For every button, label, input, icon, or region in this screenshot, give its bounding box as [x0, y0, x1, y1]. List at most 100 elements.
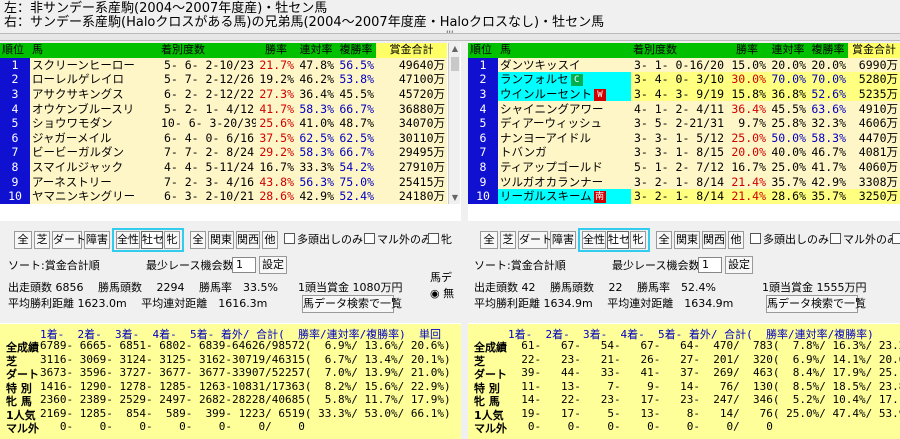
fuku-rate-cell-text: 63.6% — [811, 101, 846, 116]
fuku-rate-cell: 58.3% — [808, 130, 848, 146]
checkbox-box[interactable] — [284, 233, 295, 244]
ren-rate-cell-text: 36.4% — [299, 87, 334, 102]
course-hurdle-button[interactable]: 障害 — [550, 231, 576, 249]
money-cell: 36880万 — [376, 101, 447, 116]
table-row[interactable]: 6 ナンヨーアイドル 3- 3- 1- 5/12 25.0% 50.0% 58.3% 447… — [468, 130, 900, 146]
fuku-rate-cell: 32.3% — [808, 115, 848, 131]
region-kansai-button[interactable]: 関西 — [702, 231, 726, 249]
table-row[interactable]: 5 ショウワモダン 10- 6- 3-20/39 25.6% 41.0% 48.7% 340… — [0, 115, 447, 131]
col-fuku-rate[interactable]: 複勝率 — [808, 43, 848, 58]
table-row[interactable]: 8 スマイルジャック 4- 4- 5-11/24 16.7% 33.3% 54.2% 279… — [0, 159, 447, 175]
horse-data-radio[interactable]: ◉ 無 — [430, 287, 454, 301]
col-rank[interactable]: 順位 — [468, 43, 498, 58]
fuku-rate-cell: 54.2% — [336, 159, 376, 175]
col-ren-rate[interactable]: 連対率 — [768, 43, 808, 58]
region-other-button[interactable]: 他 — [262, 231, 278, 249]
min-race-input[interactable]: 1 — [698, 257, 722, 273]
set-button[interactable]: 設定 — [259, 256, 287, 274]
scroll-thumb[interactable] — [451, 57, 459, 71]
col-win-rate[interactable]: 勝率 — [726, 43, 768, 58]
col-record[interactable]: 着別度数 — [159, 43, 256, 58]
horse-search-button[interactable]: 馬データ検索で一覧 — [302, 295, 402, 313]
table-row[interactable]: 3 ウインルーセント W 3- 4- 3- 9/19 15.8% 36.8% 52.6% 52… — [468, 86, 900, 102]
sort-label: ソート:賞金合計順 — [8, 259, 100, 272]
table-row[interactable]: 7 ビービーガルダン 7- 7- 2- 8/24 29.2% 58.3% 66.7% 294… — [0, 145, 447, 160]
col-rank[interactable]: 順位 — [0, 43, 30, 58]
col-horse[interactable]: 馬 — [498, 43, 631, 58]
record-cell: 5- 1- 2- 7/12 — [631, 159, 726, 175]
checkbox-box[interactable] — [750, 233, 761, 244]
record-cell: 10- 6- 3-20/39 — [159, 115, 256, 131]
table-row[interactable]: 2 ランフォルセ C 3- 4- 0- 3/10 30.0% 70.0% 70.0% 5280… — [468, 72, 900, 87]
multi-runner-checkbox[interactable]: 多頭出しのみ — [284, 233, 363, 247]
title-line-right: 右：サンデー系産駒(Haloクロスがある馬)の兄弟馬(2004～2007年度産・… — [4, 15, 605, 30]
course-dirt-button[interactable]: ダート — [518, 231, 552, 249]
region-other-button[interactable]: 他 — [728, 231, 744, 249]
foreign-only-checkbox[interactable]: マル外のみ — [830, 233, 898, 247]
col-fuku-rate[interactable]: 複勝率 — [336, 43, 376, 58]
course-dirt-button[interactable]: ダート — [52, 231, 86, 249]
female-checkbox[interactable]: 牝 — [892, 233, 900, 247]
record-cell-text: 5- 2- 1- 4/12 — [163, 101, 254, 116]
table-row[interactable]: 5 ディアーウィッシュ 3- 5- 2-21/31 9.7% 25.8% 32.3% 460… — [468, 115, 900, 131]
col-ren-rate[interactable]: 連対率 — [296, 43, 336, 58]
table-row[interactable]: 2 ローレルゲレイロ 5- 7- 2-12/26 19.2% 46.2% 53.8% 471… — [0, 72, 447, 87]
table-row[interactable]: 8 ティアップゴールド 5- 1- 2- 7/12 16.7% 25.0% 41.7% 40… — [468, 159, 900, 175]
rank-cell: 9 — [468, 174, 498, 189]
course-all-button[interactable]: 全 — [480, 231, 498, 249]
scroll-up-icon[interactable]: ▲ — [449, 43, 461, 55]
multi-runner-checkbox[interactable]: 多頭出しのみ — [750, 233, 829, 247]
table-row[interactable]: 10 ヤマニンキングリー 6- 3- 2-10/21 28.6% 42.9% 52.4% 2… — [0, 188, 447, 204]
col-money[interactable]: 賞金合計 — [848, 43, 900, 58]
foreign-only-checkbox[interactable]: マル外のみ — [364, 233, 432, 247]
region-kansai-button[interactable]: 関西 — [236, 231, 260, 249]
col-win-rate[interactable]: 勝率 — [256, 43, 296, 58]
course-all-button[interactable]: 全 — [14, 231, 32, 249]
col-money[interactable]: 賞金合計 — [376, 43, 447, 58]
record-cell-text: 3- 4- 0- 3/10 — [633, 72, 724, 87]
pane-splitter[interactable]: ''' — [0, 30, 900, 41]
checkbox-box[interactable] — [830, 233, 841, 244]
table-scrollbar[interactable]: ▲ ▼ — [448, 43, 460, 204]
table-row[interactable]: 6 ジャガーメイル 6- 4- 0- 6/16 37.5% 62.5% 62.5% 3011… — [0, 130, 447, 146]
horse-search-button[interactable]: 馬データ検索で一覧 — [766, 295, 866, 313]
table-row[interactable]: 7 トバンガ 3- 3- 1- 8/15 20.0% 40.0% 46.7% 4081万 — [468, 145, 900, 160]
horse-name-cell: ローレルゲレイロ — [30, 72, 159, 87]
checkbox-box[interactable] — [892, 233, 900, 244]
min-race-input[interactable]: 1 — [232, 257, 256, 273]
course-turf-button[interactable]: 芝 — [500, 231, 516, 249]
table-row[interactable]: 4 シャイニングアワー 4- 1- 2- 4/11 36.4% 45.5% 63.6% 49… — [468, 101, 900, 116]
table-row[interactable]: 1 ダンツキッスイ 3- 1- 0-16/20 15.0% 20.0% 20.0% 6990… — [468, 57, 900, 73]
table-row[interactable]: 4 オウケンブルースリ 5- 2- 1- 4/12 41.7% 58.3% 66.7% 36… — [0, 101, 447, 116]
sex-female-button[interactable]: 牝 — [164, 231, 180, 249]
sex-female-button[interactable]: 牝 — [630, 231, 646, 249]
checkbox-box[interactable] — [428, 233, 439, 244]
col-horse[interactable]: 馬 — [30, 43, 159, 58]
checkbox-box[interactable] — [364, 233, 375, 244]
course-hurdle-button[interactable]: 障害 — [84, 231, 110, 249]
region-all-button[interactable]: 全 — [190, 231, 206, 249]
table-row[interactable]: 3 アサクサキングス 6- 2- 2-12/22 27.3% 36.4% 45.5% 457… — [0, 86, 447, 102]
sex-all-button[interactable]: 全性 — [116, 231, 140, 249]
table-row[interactable]: 1 スクリーンヒーロー 5- 6- 2-10/23 21.7% 47.8% 56.5% 49… — [0, 57, 447, 73]
region-kanto-button[interactable]: 関東 — [674, 231, 700, 249]
table-row[interactable]: 9 ツルガオカランナー 3- 2- 1- 8/14 21.4% 35.7% 42.9% 33… — [468, 174, 900, 189]
record-cell: 3- 2- 1- 8/14 — [631, 174, 726, 189]
table-row[interactable]: 9 アーネストリー 7- 2- 3- 4/16 43.8% 56.3% 75.0% 2541… — [0, 174, 447, 189]
sex-male-gelding-button[interactable]: 牡セン — [607, 231, 641, 249]
region-kanto-button[interactable]: 関東 — [208, 231, 234, 249]
set-button[interactable]: 設定 — [725, 256, 753, 274]
sex-all-button[interactable]: 全性 — [582, 231, 606, 249]
stats-row-value: 19- 17- 5- 13- 8- 14/ 76( 25.0%/ 47.4%/ … — [508, 406, 900, 420]
col-record[interactable]: 着別度数 — [631, 43, 726, 58]
horse-name-cell-text: ショウワモダン — [32, 116, 113, 131]
female-checkbox[interactable]: 牝 — [428, 233, 452, 247]
table-row[interactable]: 10 リーガルスキーム南 3- 2- 1- 8/14 21.4% 28.6% 35.7% 3… — [468, 188, 900, 204]
money-cell-text: 24180万 — [398, 189, 445, 204]
region-all-button[interactable]: 全 — [656, 231, 672, 249]
scroll-down-icon[interactable]: ▼ — [449, 192, 461, 204]
stats-row-value: 61- 67- 54- 67- 64- 470/ 783( 7.8%/ 16.3… — [508, 339, 900, 352]
rank-cell-text: 2 — [479, 72, 487, 87]
course-turf-button[interactable]: 芝 — [34, 231, 50, 249]
sex-male-gelding-button[interactable]: 牡セン — [141, 231, 175, 249]
